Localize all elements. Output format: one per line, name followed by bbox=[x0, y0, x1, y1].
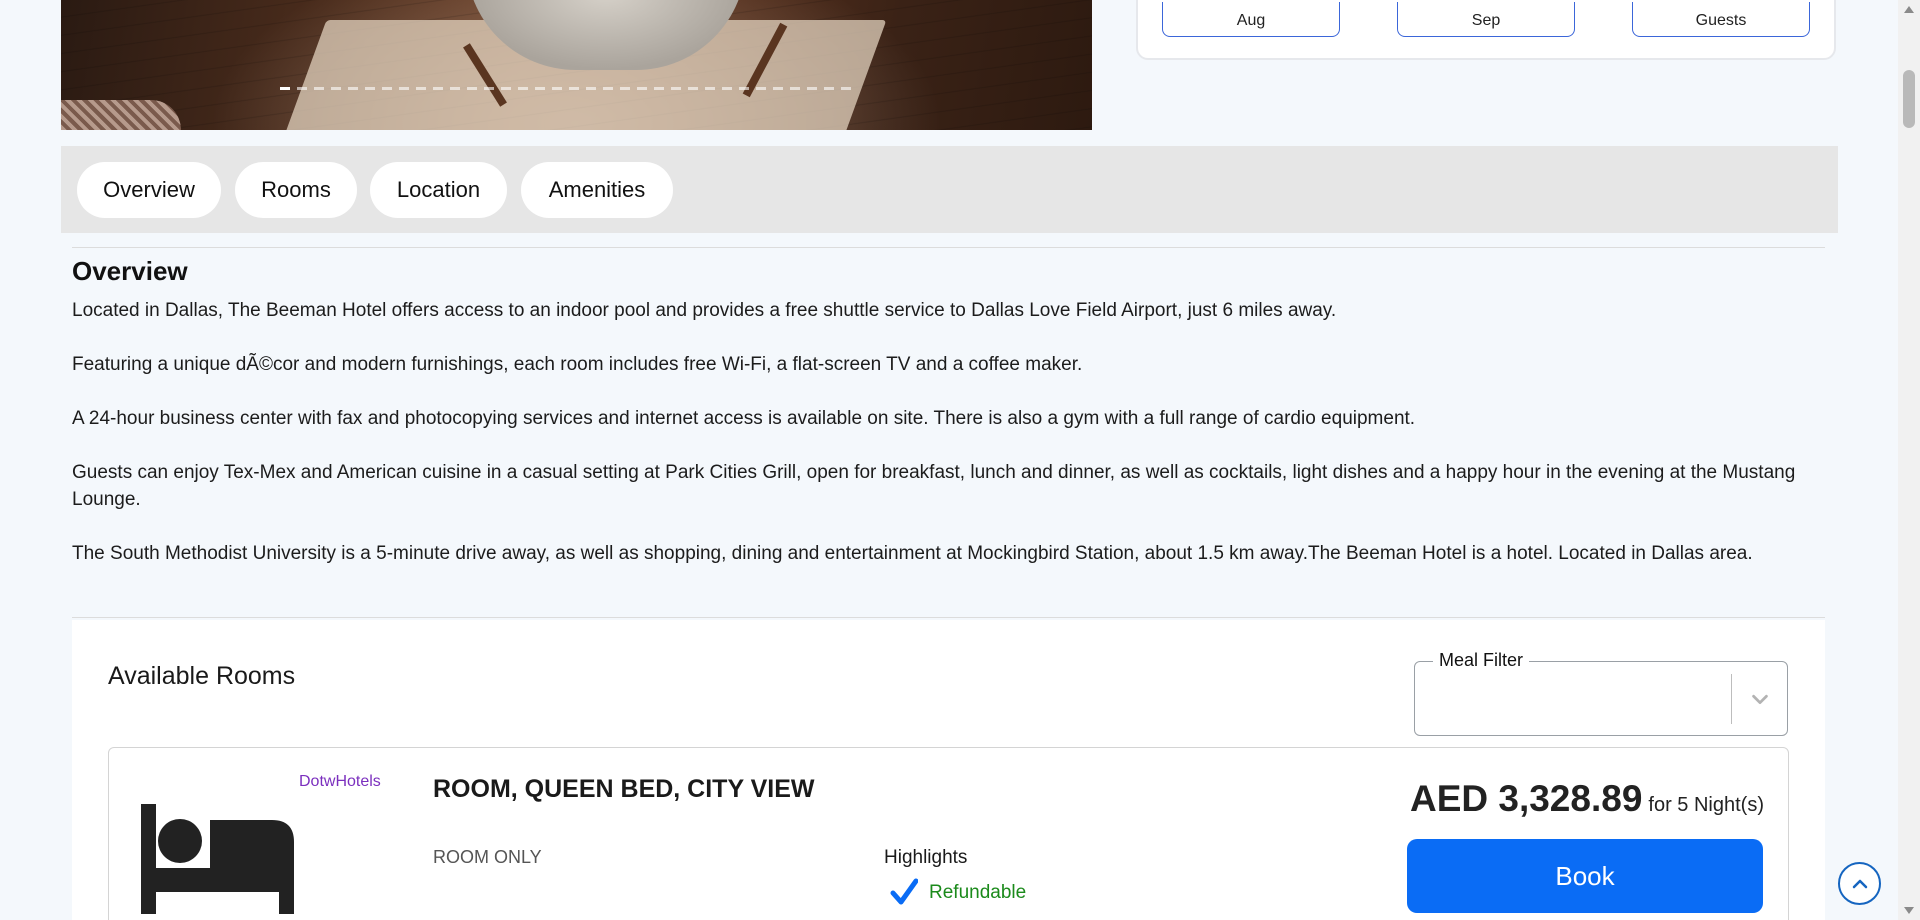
gallery-dot[interactable] bbox=[569, 87, 579, 90]
tab-rooms[interactable]: Rooms bbox=[235, 162, 357, 218]
gallery-dot[interactable] bbox=[416, 87, 426, 90]
divider bbox=[72, 247, 1825, 248]
scroll-down-arrow[interactable] bbox=[1904, 907, 1914, 914]
booking-widget: Aug Sep Guests bbox=[1136, 0, 1836, 60]
gallery-dot[interactable] bbox=[756, 87, 766, 90]
gallery-dot[interactable] bbox=[773, 87, 783, 90]
divider bbox=[72, 617, 1825, 618]
book-button[interactable]: Book bbox=[1407, 839, 1763, 913]
gallery-dot[interactable] bbox=[484, 87, 494, 90]
gallery-dot[interactable] bbox=[297, 87, 307, 90]
gallery-dot[interactable] bbox=[535, 87, 545, 90]
room-board-type: ROOM ONLY bbox=[433, 847, 542, 867]
gallery-dot[interactable] bbox=[382, 87, 392, 90]
gallery-dot[interactable] bbox=[450, 87, 460, 90]
chevron-up-icon bbox=[1852, 879, 1867, 888]
checkout-field[interactable]: Sep bbox=[1397, 2, 1575, 37]
gallery-dot[interactable] bbox=[314, 87, 324, 90]
hotel-image-gallery[interactable] bbox=[61, 0, 1092, 130]
gallery-dot[interactable] bbox=[739, 87, 749, 90]
tab-amenities[interactable]: Amenities bbox=[521, 162, 673, 218]
overview-paragraph: Located in Dallas, The Beeman Hotel offe… bbox=[72, 300, 1337, 321]
price-nights: for 5 Night(s) bbox=[1648, 794, 1764, 816]
gallery-dot[interactable] bbox=[688, 87, 698, 90]
scrollbar-thumb[interactable] bbox=[1903, 70, 1915, 128]
gallery-dot[interactable] bbox=[824, 87, 834, 90]
gallery-dot[interactable] bbox=[399, 87, 409, 90]
overview-title: Overview bbox=[72, 256, 188, 286]
gallery-dot[interactable] bbox=[501, 87, 511, 90]
overview-paragraph: Guests can enjoy Tex-Mex and American cu… bbox=[72, 462, 1796, 510]
gallery-dot[interactable] bbox=[586, 87, 596, 90]
available-rooms-title: Available Rooms bbox=[108, 662, 296, 690]
tab-overview[interactable]: Overview bbox=[77, 162, 221, 218]
gallery-dot[interactable] bbox=[552, 87, 562, 90]
check-icon bbox=[890, 878, 918, 905]
scroll-up-arrow[interactable] bbox=[1904, 6, 1914, 13]
gallery-dot[interactable] bbox=[467, 87, 477, 90]
gallery-dot[interactable] bbox=[671, 87, 681, 90]
gallery-dot[interactable] bbox=[518, 87, 528, 90]
gallery-dot[interactable] bbox=[807, 87, 817, 90]
overview-paragraph: A 24-hour business center with fax and p… bbox=[72, 408, 1416, 429]
hero-fabric bbox=[61, 100, 181, 130]
gallery-dot[interactable] bbox=[348, 87, 358, 90]
bed-icon bbox=[141, 804, 294, 914]
gallery-dot[interactable] bbox=[637, 87, 647, 90]
meal-filter-label: Meal Filter bbox=[1433, 650, 1530, 671]
overview-paragraph: The South Methodist University is a 5-mi… bbox=[72, 543, 1753, 564]
gallery-dot[interactable] bbox=[790, 87, 800, 90]
price-amount: AED 3,328.89 bbox=[1409, 778, 1643, 819]
room-price: AED 3,328.89 for 5 Night(s) bbox=[1410, 778, 1764, 820]
guests-field[interactable]: Guests bbox=[1632, 2, 1810, 37]
gallery-dot[interactable] bbox=[620, 87, 630, 90]
meal-filter-select[interactable]: Meal Filter bbox=[1414, 650, 1788, 736]
gallery-dot[interactable] bbox=[841, 87, 851, 90]
scroll-to-top-button[interactable] bbox=[1838, 862, 1881, 905]
room-supplier: DotwHotels bbox=[299, 773, 381, 790]
page-scrollbar[interactable] bbox=[1898, 0, 1920, 920]
refundable-badge: Refundable bbox=[929, 882, 1027, 903]
gallery-dot[interactable] bbox=[280, 87, 290, 90]
room-name: ROOM, QUEEN BED, CITY VIEW bbox=[433, 775, 815, 803]
gallery-dot[interactable] bbox=[365, 87, 375, 90]
gallery-dot[interactable] bbox=[705, 87, 715, 90]
checkin-field[interactable]: Aug bbox=[1162, 2, 1340, 37]
overview-paragraph: Featuring a unique dÃ©cor and modern fur… bbox=[72, 354, 1083, 375]
gallery-dot[interactable] bbox=[722, 87, 732, 90]
meal-filter-separator bbox=[1731, 674, 1732, 724]
highlights-label: Highlights bbox=[884, 847, 968, 868]
gallery-pagination[interactable] bbox=[280, 87, 851, 90]
gallery-dot[interactable] bbox=[654, 87, 664, 90]
gallery-dot[interactable] bbox=[433, 87, 443, 90]
section-tabs: Overview Rooms Location Amenities bbox=[61, 146, 1838, 233]
gallery-dot[interactable] bbox=[331, 87, 341, 90]
tab-location[interactable]: Location bbox=[370, 162, 507, 218]
gallery-dot[interactable] bbox=[603, 87, 613, 90]
chevron-down-icon[interactable] bbox=[1749, 688, 1771, 710]
